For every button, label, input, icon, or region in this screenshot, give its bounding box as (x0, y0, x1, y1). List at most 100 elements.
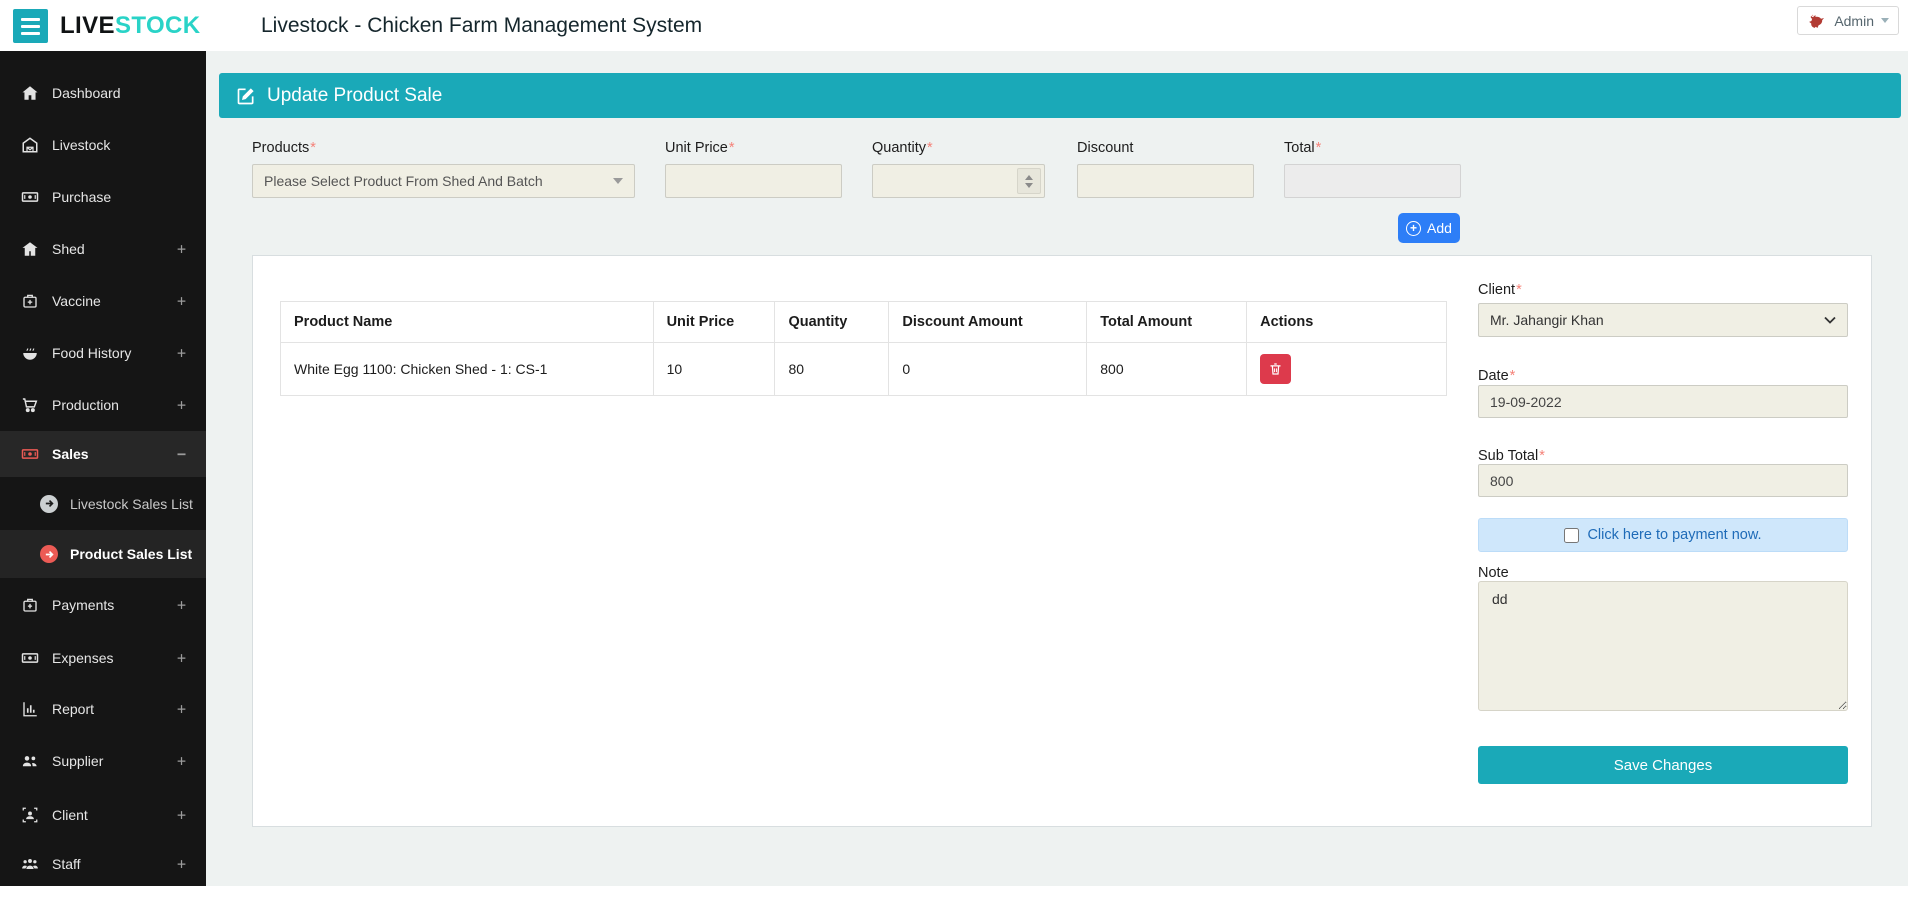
expand-plus-icon[interactable]: + (177, 240, 186, 258)
sub-total-input (1478, 464, 1848, 497)
client-select-value: Mr. Jahangir Khan (1490, 312, 1604, 328)
date-label: Date* (1478, 368, 1516, 384)
chevron-down-icon (1881, 18, 1889, 23)
required-marker: * (927, 140, 933, 156)
add-button[interactable]: + Add (1398, 213, 1460, 243)
expand-plus-icon[interactable]: + (177, 855, 186, 873)
sidebar-item-label: Expenses (52, 649, 114, 666)
unit-price-label: Unit Price* (665, 140, 735, 156)
cell-quantity: 80 (774, 342, 890, 396)
products-select[interactable]: Please Select Product From Shed And Batc… (252, 164, 635, 198)
sidebar-item-sales[interactable]: Sales − (0, 431, 206, 477)
edit-icon (237, 87, 254, 104)
expand-plus-icon[interactable]: + (177, 700, 186, 718)
number-spinner[interactable] (1017, 168, 1041, 194)
sidebar-item-livestock-sales-list[interactable]: Livestock Sales List (0, 477, 206, 530)
discount-input[interactable] (1077, 164, 1254, 198)
required-marker: * (1315, 140, 1322, 156)
spinner-up-icon[interactable] (1025, 174, 1033, 180)
sidebar-toggle-button[interactable] (13, 9, 48, 43)
sidebar-item-label: Report (52, 700, 95, 717)
sidebar-item-staff[interactable]: Staff + (0, 842, 206, 886)
note-label: Note (1478, 565, 1509, 581)
delete-row-button[interactable] (1260, 354, 1292, 384)
quantity-group: Quantity* (872, 140, 1045, 198)
payment-now-option[interactable]: Click here to payment now. (1478, 518, 1848, 552)
money-icon (21, 192, 39, 202)
sidebar-item-client[interactable]: Client + (0, 788, 206, 842)
sidebar-item-product-sales-list[interactable]: Product Sales List (0, 530, 206, 578)
expand-plus-icon[interactable]: + (177, 806, 186, 824)
sidebar-item-label: Product Sales List (70, 546, 193, 562)
save-changes-button[interactable]: Save Changes (1478, 746, 1848, 784)
payments-icon (23, 598, 37, 612)
admin-label: Admin (1834, 12, 1874, 29)
products-select-value: Please Select Product From Shed And Batc… (264, 173, 543, 189)
expand-plus-icon[interactable]: + (177, 752, 186, 770)
required-marker: * (310, 140, 316, 156)
app-screen: LIVE STOCK Livestock - Chicken Farm Manag… (0, 0, 1908, 899)
total-group: Total* (1284, 140, 1461, 198)
sidebar-item-livestock[interactable]: Livestock (0, 119, 206, 171)
panel-title: Update Product Sale (267, 84, 443, 106)
collapse-minus-icon[interactable]: − (177, 445, 186, 463)
sidebar-item-vaccine[interactable]: Vaccine + (0, 275, 206, 327)
note-textarea[interactable]: dd (1478, 581, 1848, 711)
logo-suffix: STOCK (114, 11, 201, 39)
expand-plus-icon[interactable]: + (177, 596, 186, 614)
vaccine-icon (23, 294, 37, 308)
sidebar-item-purchase[interactable]: Purchase (0, 171, 206, 223)
sidebar-item-production[interactable]: Production + (0, 379, 206, 431)
date-input[interactable] (1478, 385, 1848, 418)
expand-plus-icon[interactable]: + (177, 649, 186, 667)
main-content: Update Product Sale Products* Please Sel… (206, 51, 1908, 886)
table-row: White Egg 1100: Chicken Shed - 1: CS-1 1… (280, 342, 1447, 396)
cell-total-amount: 800 (1086, 342, 1248, 396)
sidebar-item-payments[interactable]: Payments + (0, 578, 206, 632)
panel-header: Update Product Sale (219, 73, 1901, 118)
required-marker: * (1539, 448, 1545, 464)
sale-card: Product Name Unit Price Quantity Discoun… (252, 255, 1872, 827)
expand-plus-icon[interactable]: + (177, 292, 186, 310)
unit-price-input[interactable] (665, 164, 842, 198)
shed-icon (22, 242, 38, 256)
sidebar-item-label: Sales (52, 446, 89, 462)
staff-icon (22, 859, 38, 870)
required-marker: * (1516, 282, 1522, 298)
sidebar-item-supplier[interactable]: Supplier + (0, 734, 206, 788)
col-quantity: Quantity (774, 301, 890, 343)
sidebar-item-expenses[interactable]: Expenses + (0, 632, 206, 683)
home-icon (22, 86, 38, 100)
sidebar-item-report[interactable]: Report + (0, 683, 206, 734)
expand-plus-icon[interactable]: + (177, 396, 186, 414)
expand-plus-icon[interactable]: + (177, 344, 186, 362)
chevron-down-icon (613, 178, 623, 184)
table-header-row: Product Name Unit Price Quantity Discoun… (280, 301, 1447, 343)
sale-items-table: Product Name Unit Price Quantity Discoun… (280, 301, 1447, 396)
cart-icon (22, 398, 38, 413)
sidebar-item-label: Client (52, 807, 88, 823)
page-title: Livestock - Chicken Farm Management Syst… (261, 13, 703, 37)
col-actions: Actions (1246, 301, 1447, 343)
plus-circle-icon: + (1406, 220, 1422, 236)
payment-now-label: Click here to payment now. (1587, 527, 1762, 543)
spinner-down-icon[interactable] (1025, 182, 1033, 188)
topbar: LIVE STOCK Livestock - Chicken Farm Manag… (0, 0, 1908, 51)
unit-price-group: Unit Price* (665, 140, 842, 198)
sub-total-label: Sub Total* (1478, 448, 1545, 464)
quantity-label: Quantity* (872, 140, 933, 156)
payment-now-checkbox[interactable] (1564, 527, 1580, 543)
col-product-name: Product Name (280, 301, 654, 343)
money-icon (21, 449, 39, 459)
sidebar-item-label: Shed (52, 241, 85, 257)
sidebar-item-food-history[interactable]: Food History + (0, 327, 206, 379)
sidebar-item-label: Production (52, 397, 119, 413)
sidebar-item-shed[interactable]: Shed + (0, 223, 206, 275)
client-label: Client* (1478, 282, 1522, 298)
sidebar-item-label: Staff (52, 856, 81, 872)
food-bowl-icon (23, 348, 37, 360)
admin-menu-button[interactable]: Admin (1797, 6, 1899, 35)
discount-group: Discount (1077, 140, 1254, 198)
sidebar-item-dashboard[interactable]: Dashboard (0, 67, 206, 119)
client-select[interactable]: Mr. Jahangir Khan (1478, 303, 1848, 337)
